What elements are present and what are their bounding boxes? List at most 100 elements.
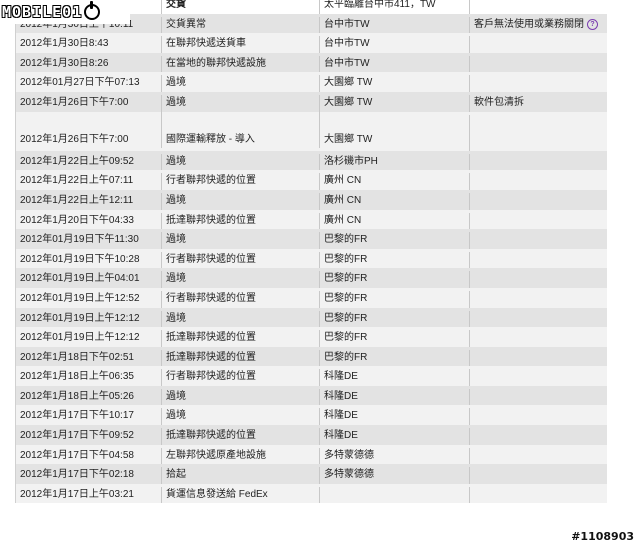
location-cell: 大園鄉 TW [319,75,469,92]
location-cell-text: 洛杉磯市PH [324,155,378,167]
details-cell [469,55,607,73]
activity-cell-text: 過境 [166,410,186,422]
location-cell: 多特蒙德德 [319,447,469,465]
location-cell-text: 廣州 CN [324,214,362,226]
location-cell-text: 科隆DE [324,390,358,402]
activity-cell-text: 過境 [166,390,186,402]
location-cell-text: 巴黎的FR [324,253,368,265]
details-cell [469,0,607,14]
location-cell: 科隆DE [319,408,469,426]
activity-cell: 行者聯邦快遞的位置 [161,369,319,386]
date-cell-text: 2012年1月22日上午07:11 [20,175,134,187]
date-cell-text: 2012年1月30日8:26 [20,57,109,69]
table-row: 2012年01月19日上午04:01 過境 巴黎的FR [16,268,607,288]
date-cell: 2012年1月26日下午7:00 [16,95,161,112]
activity-cell-text: 行者聯邦快遞的位置 [166,292,256,304]
location-cell-text: 巴黎的FR [324,351,368,363]
activity-cell: 抵達聯邦快遞的位置 [161,349,319,367]
date-cell: 2012年1月17日下午02:18 [16,467,161,484]
date-cell-text: 2012年1月17日下午09:52 [20,430,134,442]
activity-cell-text: 行者聯邦快遞的位置 [166,371,256,383]
location-cell-text: 台中市TW [324,18,370,30]
date-cell-text: 2012年1月22日上午09:52 [20,155,134,167]
date-cell-text: 2012年1月17日下午10:17 [20,410,134,422]
table-row: 2012年01月19日下午11:30 過境 巴黎的FR [16,229,607,249]
table-row: 2012年1月30日8:43 在聯邦快遞送貨車 台中市TW [16,33,607,53]
power-icon [84,1,101,20]
details-cell [469,349,607,367]
activity-cell: 抵達聯邦快遞的位置 [161,330,319,347]
location-cell [319,486,469,504]
date-cell-text: 2012年1月18日下午02:51 [20,351,134,363]
details-cell [469,173,607,190]
date-cell: 2012年1月17日下午10:17 [16,408,161,425]
activity-cell: 左聯邦快遞原產地設施 [161,447,319,465]
activity-cell: 過境 [161,310,319,328]
location-cell: 大園鄉 TW [319,111,469,148]
details-cell: 客戶無法使用或業務關閉? [469,16,607,34]
activity-cell: 過境 [161,408,319,426]
activity-cell-text: 抵達聯邦快遞的位置 [166,351,256,363]
details-cell [469,232,607,249]
site-logo: MOBILE01 [0,0,130,24]
date-cell: 2012年1月30日8:26 [16,56,161,73]
table-row: 2012年1月17日下午02:18 拾起 多特蒙德德 [16,464,607,484]
location-cell-text: 台中市TW [324,38,370,50]
details-cell-text: 軟件包清拆 [474,96,524,108]
activity-cell: 過境 [161,232,319,249]
date-cell: 2012年1月22日上午09:52 [16,154,161,171]
date-cell: 2012年01月19日上午12:52 [16,291,161,308]
table-row: 2012年1月18日下午02:51 抵達聯邦快遞的位置 巴黎的FR [16,346,607,367]
activity-cell-text: 過境 [166,312,186,324]
activity-cell-text: 過境 [166,155,186,167]
date-cell: 2012年01月19日上午12:12 [16,330,161,347]
location-cell: 巴黎的FR [319,271,469,288]
location-cell-text: 台中市TW [324,57,370,69]
details-cell [469,388,607,406]
location-cell-text: 科隆DE [324,430,358,442]
table-row: 2012年01月19日下午10:28 行者聯邦快遞的位置 巴黎的FR [16,248,607,269]
activity-cell: 行者聯邦快遞的位置 [161,251,319,269]
activity-cell: 過境 [161,75,319,92]
location-cell-text: 科隆DE [324,371,358,383]
activity-cell: 交貨 [161,0,319,14]
details-cell [469,212,607,230]
activity-cell-text: 交貨異常 [166,18,206,30]
table-row: 2012年01月19日上午12:12 抵達聯邦快遞的位置 巴黎的FR [16,327,607,347]
location-cell-text: 廣州 CN [324,194,362,206]
date-cell: 2012年01月27日下午07:13 [16,75,161,92]
location-cell-text: 大園鄉 TW [324,77,373,89]
table-row: 2012年1月26日下午7:00 國際運輸釋放 - 導入 大園鄉 TW [16,111,607,151]
location-cell: 廣州 CN [319,192,469,210]
location-cell-text: 巴黎的FR [324,292,368,304]
activity-cell-text: 過境 [166,234,186,246]
details-cell [469,310,607,328]
activity-cell: 抵達聯邦快遞的位置 [161,428,319,445]
activity-cell: 國際運輸釋放 - 導入 [161,111,319,148]
location-cell: 巴黎的FR [319,290,469,308]
date-cell-text: 2012年1月22日上午12:11 [20,194,134,206]
activity-cell: 過境 [161,192,319,210]
activity-cell: 過境 [161,271,319,288]
date-cell-text: 2012年01月19日上午12:52 [20,292,140,304]
date-cell: 2012年1月22日上午12:11 [16,193,161,210]
activity-cell: 行者聯邦快遞的位置 [161,173,319,190]
details-cell [469,290,607,308]
table-row: 2012年1月26日下午7:00 過境 大園鄉 TW 軟件包清拆 [16,91,607,112]
date-cell: 2012年1月30日8:43 [16,36,161,53]
date-cell-text: 2012年01月19日上午12:12 [20,312,140,324]
details-cell [469,75,607,92]
help-icon[interactable]: ? [587,18,598,30]
activity-cell-text: 抵達聯邦快遞的位置 [166,332,256,344]
date-cell: 2012年1月18日下午02:51 [16,350,161,367]
location-cell-text: 巴黎的FR [324,312,368,324]
table-row: 2012年1月22日上午12:11 過境 廣州 CN [16,189,607,210]
location-cell: 巴黎的FR [319,349,469,367]
date-cell-text: 2012年1月17日下午04:58 [20,449,134,461]
location-cell-text: 太平臨離台中市411，TW [324,0,436,10]
activity-cell: 過境 [161,153,319,171]
date-cell: 2012年1月26日下午7:00 [16,112,161,148]
location-cell-text: 大園鄉 TW [324,96,373,108]
date-cell: 2012年1月22日上午07:11 [16,173,161,190]
location-cell: 洛杉磯市PH [319,153,469,171]
